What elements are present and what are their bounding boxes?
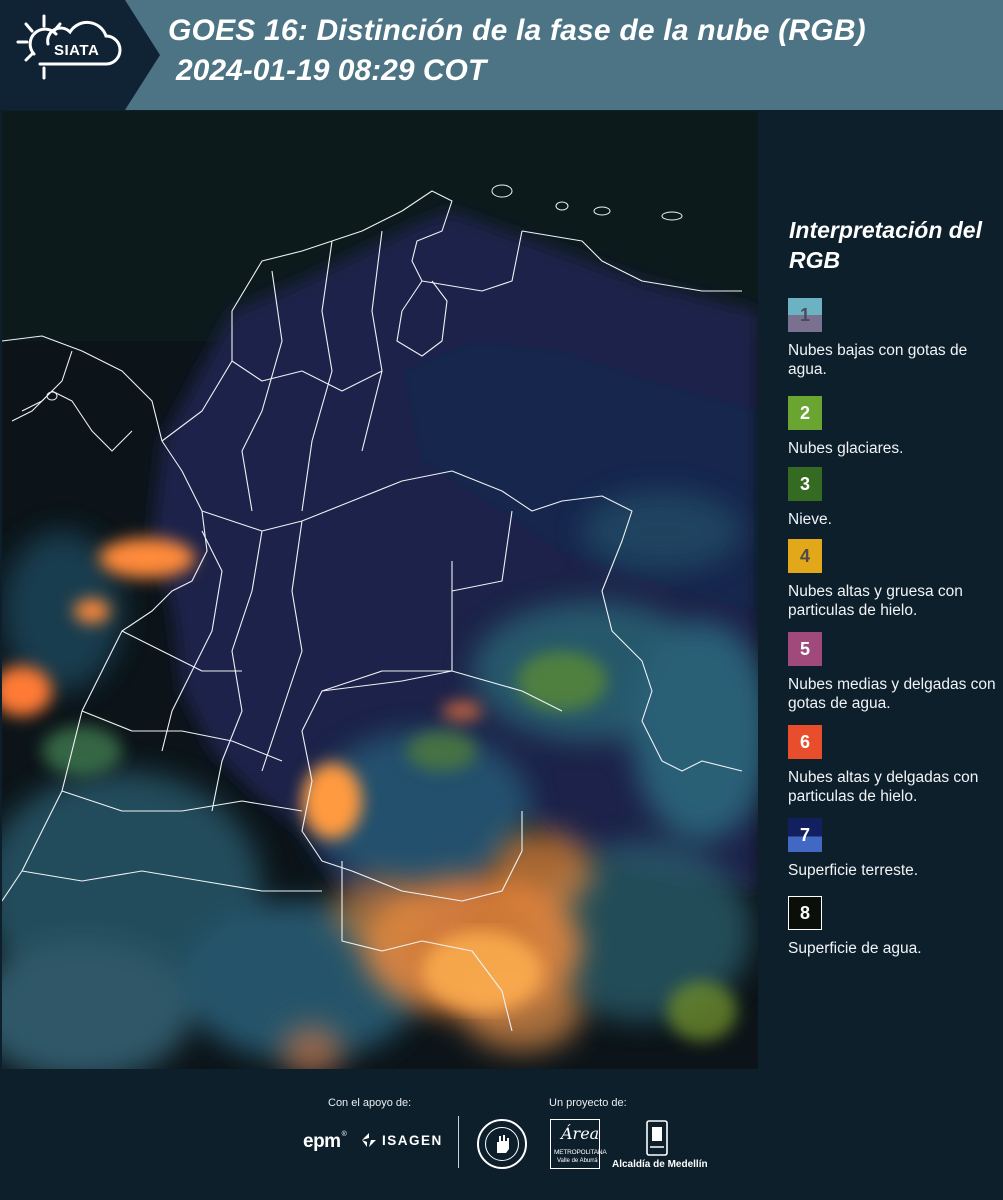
legend-item-7: 7 Superficie terreste. [788,818,1000,880]
legend-label: Superficie terreste. [788,862,919,879]
legend-item-6: 6 Nubes altas y delgadas con particulas … [788,725,1000,806]
alcaldia-logo: Alcaldía de Medellín [612,1119,708,1174]
epm-logo: epm ® [303,1131,347,1152]
legend-item-8: 8 Superficie de agua. [788,896,1000,958]
page-timestamp: 2024-01-19 08:29 COT [176,54,487,87]
satellite-rgb-map [2,111,758,1069]
legend-swatch: 6 [788,725,822,759]
footer-divider [458,1116,459,1168]
legend-number: 4 [799,545,810,566]
logo-text: SIATA [54,42,100,59]
legend-swatch: 2 [788,396,822,430]
hand-emblem-icon [497,1135,509,1153]
legend-number: 6 [799,731,810,752]
coat-of-arms-icon [646,1120,668,1156]
page-title: GOES 16: Distinción de la fase de la nub… [168,14,866,47]
footer: Con el apoyo de: Un proyecto de: epm ® I… [0,1069,1003,1200]
legend-label: Nubes glaciares. [788,440,904,457]
legend-swatch: 7 [788,818,822,852]
legend-label: Superficie de agua. [788,940,922,957]
legend-swatch: 4 [788,539,822,573]
header-bar: SIATA GOES 16: Distinción de la fase de … [0,0,1003,110]
project-label: Un proyecto de: [549,1097,627,1109]
legend-item-4: 4 Nubes altas y gruesa con particulas de… [788,539,1000,620]
area-metropolitana-logo: Área METROPOLITANA Valle de Aburrá [550,1119,607,1169]
legend-number: 1 [799,304,810,325]
legend-label: Nieve. [788,511,832,528]
legend-swatch: 1 [788,298,822,332]
legend-item-3: 3 Nieve. [788,467,1000,529]
legend-item-2: 2 Nubes glaciares. [788,396,1000,458]
legend-panel: Interpretación del RGB 1 Nubes bajas con… [774,111,1003,1069]
legend-number: 8 [799,902,810,923]
siata-seal-logo [477,1119,527,1169]
support-label: Con el apoyo de: [328,1097,412,1109]
legend-item-5: 5 Nubes medias y delgadas con gotas de a… [788,632,1000,713]
legend-label: Nubes altas y delgadas con particulas de… [788,769,979,805]
isagen-logo: ISAGEN [360,1131,443,1149]
legend-swatch: 5 [788,632,822,666]
legend-item-1: 1 Nubes bajas con gotas de agua. [788,298,1000,379]
legend-label: Nubes medias y delgadas con gotas de agu… [788,676,996,712]
legend-swatch: 3 [788,467,822,501]
legend-number: 3 [799,473,810,494]
legend-label: Nubes altas y gruesa con particulas de h… [788,583,963,619]
legend-label: Nubes bajas con gotas de agua. [788,342,968,378]
legend-swatch: 8 [788,896,822,930]
isagen-mark-icon [362,1133,376,1147]
legend-number: 5 [799,638,810,659]
legend-number: 7 [799,824,810,845]
legend-number: 2 [799,402,810,423]
legend-title: Interpretación del RGB [789,217,982,273]
